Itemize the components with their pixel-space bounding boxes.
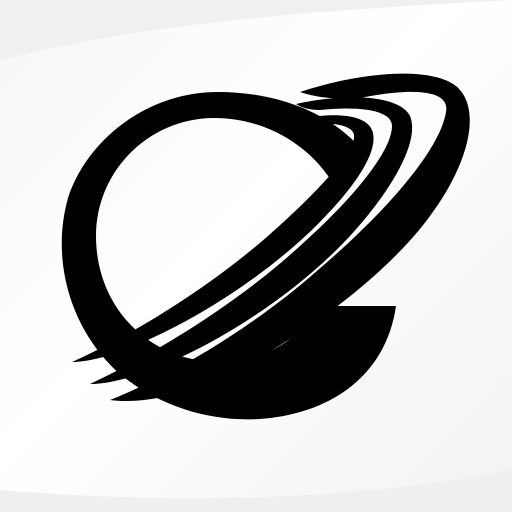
planet-with-rings-icon: [61, 73, 470, 420]
app-icon-canvas: [0, 0, 512, 512]
